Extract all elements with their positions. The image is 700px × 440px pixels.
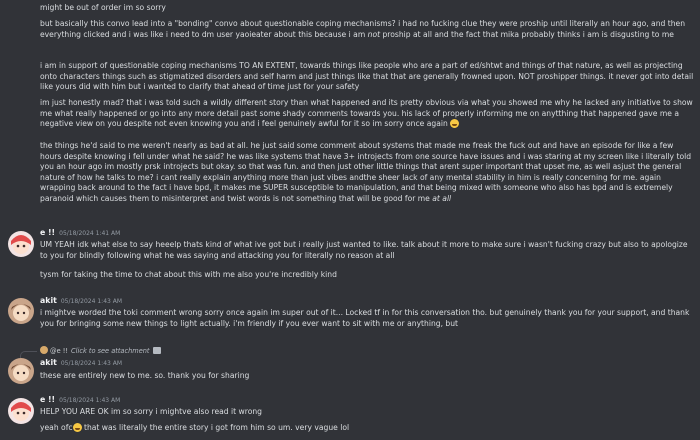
message-text: might be out of order im so sorry — [40, 3, 166, 12]
message-text: HELP YOU ARE OK im so sorry i mightve al… — [40, 407, 262, 416]
message-header: akit 05/18/2024 1:43 AM — [40, 296, 122, 307]
chat-message-list: might be out of order im so sorry but ba… — [0, 0, 700, 440]
crying-face-emoji-icon — [72, 423, 82, 432]
timestamp: 05/18/2024 1:43 AM — [59, 397, 121, 404]
message-text: im just honestly mad? that i was told su… — [40, 98, 693, 129]
avatar[interactable] — [8, 298, 34, 324]
crying-face-emoji-icon — [450, 119, 460, 129]
message-header: e !! 05/18/2024 1:41 AM — [40, 228, 120, 239]
message-text: these are entirely new to me. so. thank … — [40, 371, 250, 380]
avatar[interactable] — [8, 231, 34, 257]
message-text: i mightve worded the toki comment wrong … — [40, 308, 690, 328]
reply-spine — [20, 351, 37, 358]
message-text: yeah ofc that was literally the entire s… — [40, 423, 350, 432]
message-text: i am in support of questionable coping m… — [40, 61, 694, 92]
reply-avatar — [40, 346, 48, 354]
reply-attachment-link[interactable]: Click to see attachment — [71, 347, 149, 355]
message-text: the things he'd said to me weren't nearl… — [40, 141, 692, 203]
timestamp: 05/18/2024 1:41 AM — [59, 230, 121, 237]
message-text: but basically this convo lead into a "bo… — [40, 19, 686, 39]
username[interactable]: e !! — [40, 228, 55, 237]
username[interactable]: akit — [40, 358, 57, 367]
timestamp: 05/18/2024 1:43 AM — [60, 298, 123, 305]
message-text: tysm for taking the time to chat about t… — [40, 270, 337, 279]
avatar[interactable] — [8, 398, 34, 424]
timestamp: 05/18/2024 1:43 AM — [60, 360, 123, 367]
username[interactable]: e !! — [40, 395, 55, 404]
message-header: akit 05/18/2024 1:43 AM — [40, 358, 122, 369]
image-icon — [152, 347, 161, 354]
message-header: e !! 05/18/2024 1:43 AM — [40, 395, 120, 406]
avatar[interactable] — [8, 358, 34, 384]
message-text: UM YEAH idk what else to say heeelp that… — [40, 240, 688, 260]
username[interactable]: akit — [40, 296, 57, 305]
reply-preview[interactable]: @e !! Click to see attachment — [40, 346, 161, 356]
reply-username[interactable]: @e !! — [50, 347, 68, 355]
